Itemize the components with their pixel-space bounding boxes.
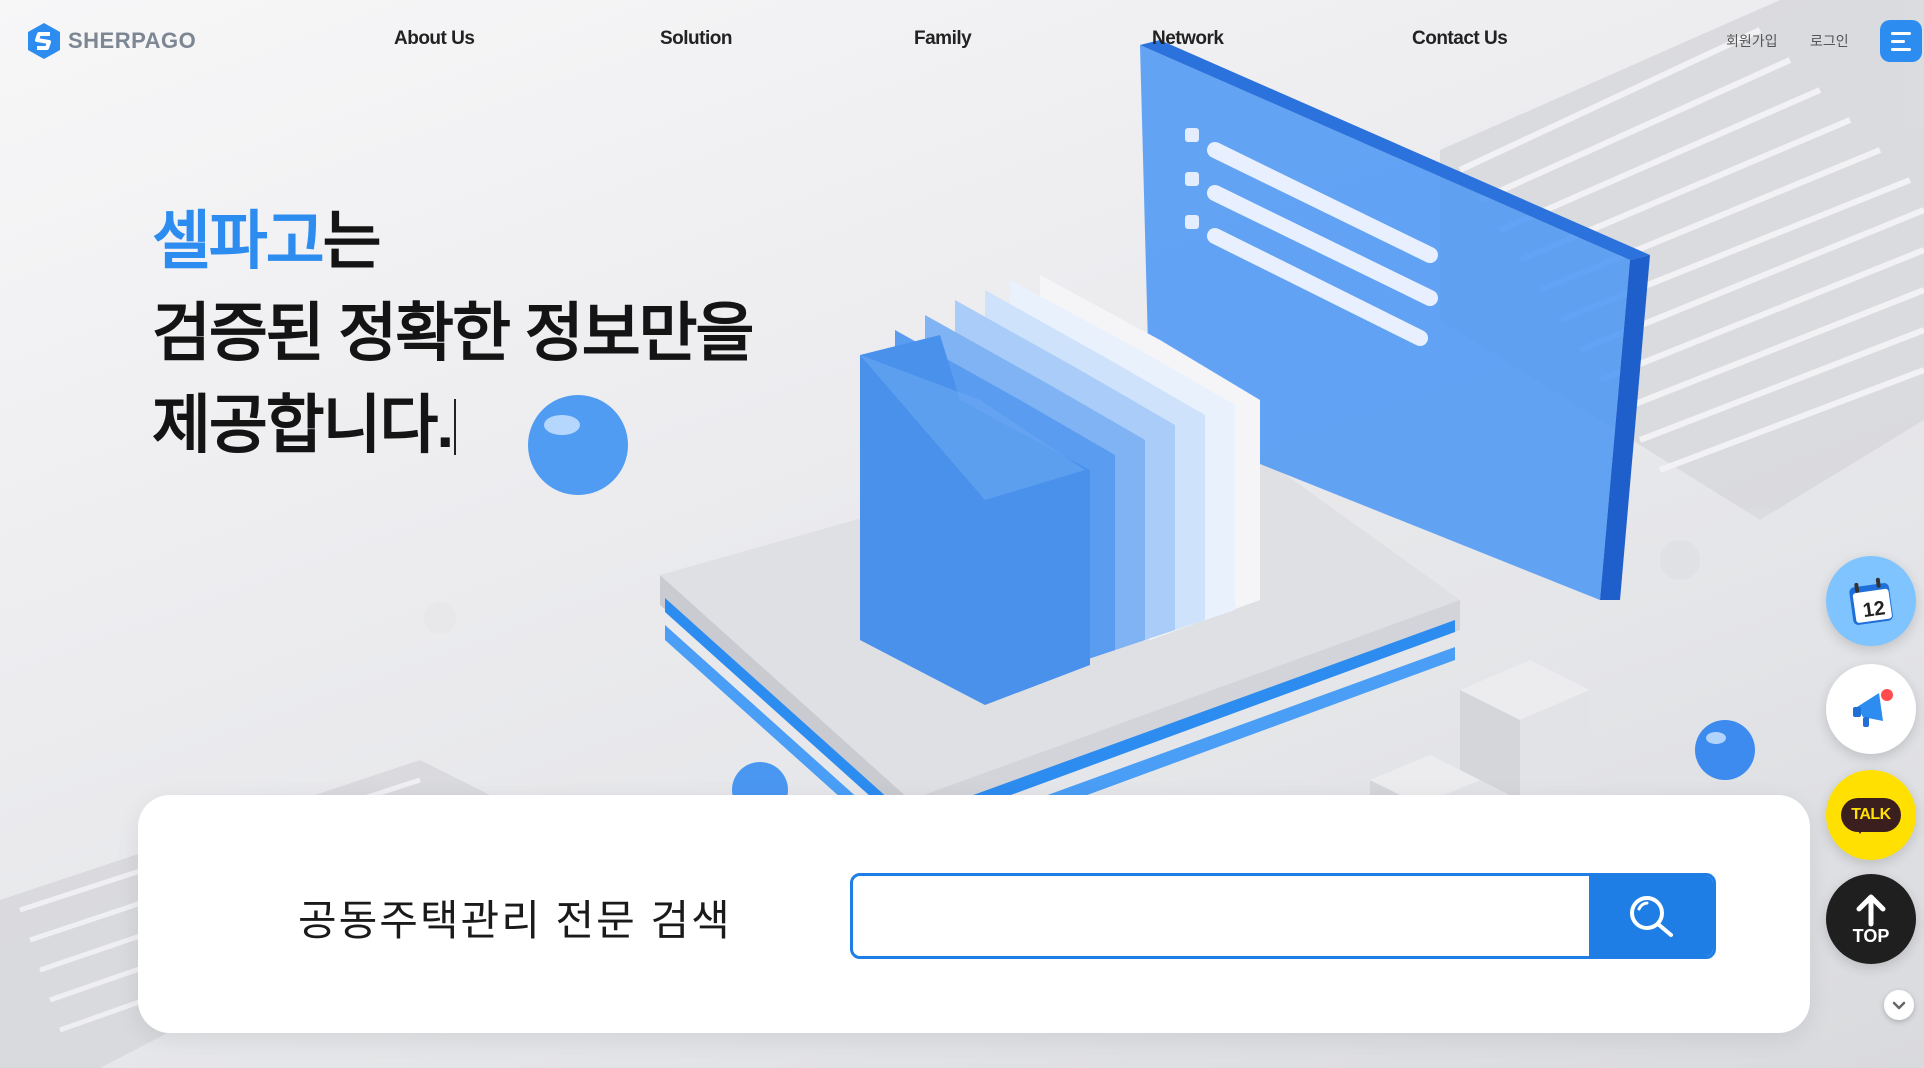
hero-title: 셀파고는 검증된 정확한 정보만을 제공합니다.: [152, 195, 754, 471]
kakao-talk-button[interactable]: TALK: [1826, 770, 1916, 860]
signup-link[interactable]: 회원가입: [1726, 31, 1778, 51]
hero-line-3-text: 제공합니다.: [152, 389, 454, 461]
top-label: TOP: [1852, 925, 1890, 946]
sherpago-logo-icon: [28, 23, 60, 59]
scroll-top-button[interactable]: TOP: [1826, 874, 1916, 964]
hero-line-3: 제공합니다.: [152, 379, 752, 471]
sphere-grey-right: [1660, 540, 1700, 580]
search-icon: [1630, 896, 1673, 937]
login-link[interactable]: 로그인: [1810, 31, 1849, 51]
search-box: [850, 873, 1716, 959]
hamburger-menu-button[interactable]: [1880, 20, 1922, 62]
logo[interactable]: SHERPAGO: [26, 22, 196, 60]
nav-about-us[interactable]: About Us: [394, 28, 475, 50]
calendar-button[interactable]: 12: [1826, 556, 1916, 646]
hamburger-menu-icon: [1891, 31, 1911, 35]
search-label: 공동주택관리 전문 검색: [298, 897, 732, 944]
glass-panel: [1140, 40, 1650, 600]
megaphone-icon: [1853, 689, 1893, 727]
hero-line-2: 검증된 정확한 정보만을: [152, 297, 754, 369]
sphere-small-grey: [424, 602, 456, 634]
nav-family[interactable]: Family: [914, 28, 972, 50]
hero-line-1: 셀파고는: [152, 195, 752, 287]
search-input[interactable]: [853, 876, 1591, 956]
arrow-up-icon: [1856, 894, 1886, 926]
talk-label: TALK: [1841, 798, 1901, 834]
folder-stack: [860, 275, 1260, 705]
calendar-icon: 12: [1849, 577, 1893, 625]
text-cursor: [454, 399, 457, 455]
header: SHERPAGO About Us Solution Family Networ…: [0, 0, 1924, 84]
nav-network[interactable]: Network: [1152, 28, 1224, 50]
calendar-day: 12: [1862, 597, 1887, 622]
cube-right: [1460, 660, 1590, 800]
scroll-down-button[interactable]: [1884, 990, 1914, 1020]
chevron-down-icon: [1892, 1001, 1906, 1010]
page: SHERPAGO About Us Solution Family Networ…: [0, 0, 1924, 1068]
hamburger-line: [1891, 47, 1911, 51]
sphere-blue-right: [1695, 720, 1755, 780]
search-button[interactable]: [1589, 876, 1713, 956]
hero-line-1-rest: 는: [322, 205, 382, 277]
search-card: 공동주택관리 전문 검색: [138, 795, 1810, 1033]
nav-contact-us[interactable]: Contact Us: [1412, 28, 1508, 50]
nav-solution[interactable]: Solution: [660, 28, 732, 50]
hero-brand-word: 셀파고: [152, 205, 325, 277]
platform: [660, 420, 1460, 860]
notification-button[interactable]: [1826, 664, 1916, 754]
logo-text: SHERPAGO: [68, 28, 197, 53]
hamburger-line: [1891, 39, 1905, 43]
